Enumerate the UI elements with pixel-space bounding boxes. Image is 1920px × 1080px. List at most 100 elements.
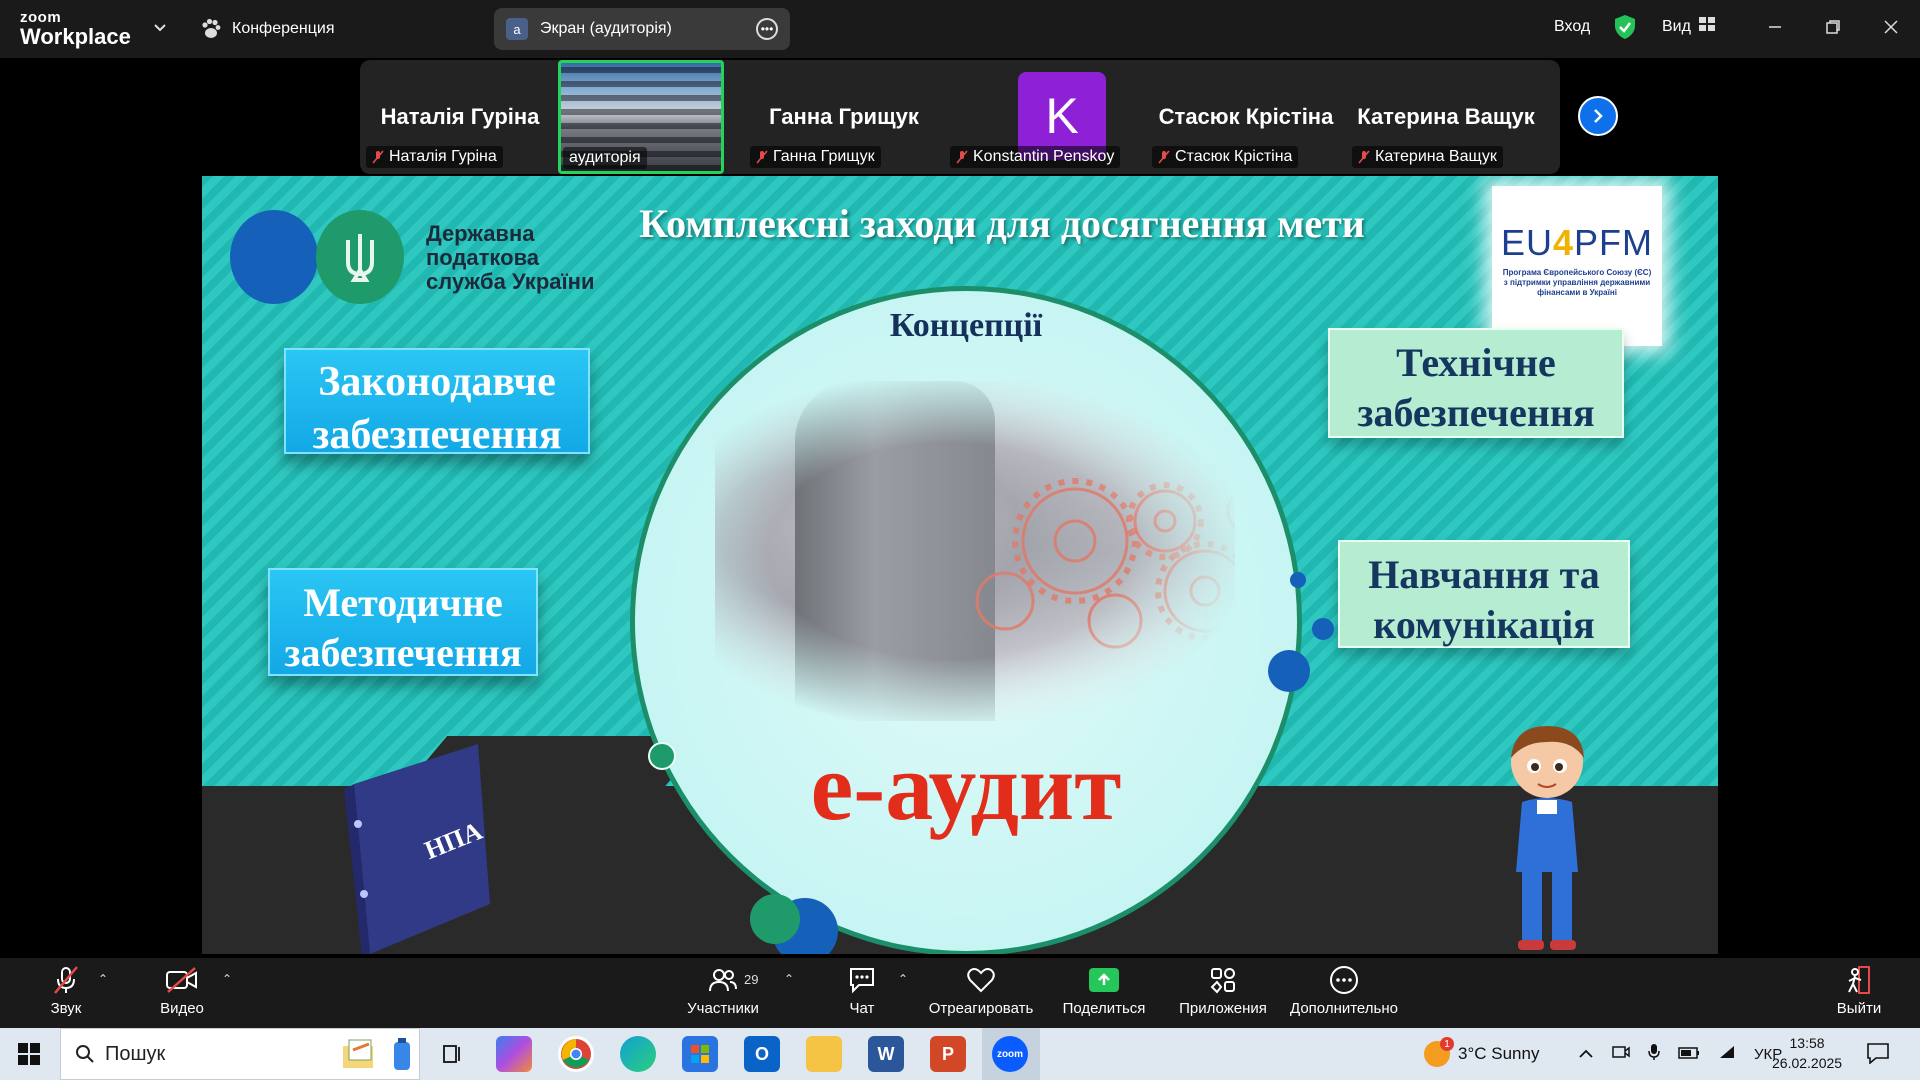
mic-muted-icon <box>956 150 968 164</box>
weather-widget[interactable]: 1 3°C Sunny <box>1424 1028 1539 1080</box>
participant-name-tag: Стасюк Крістіна <box>1152 146 1299 168</box>
central-circle: Концепції е-аудит <box>630 286 1302 954</box>
search-icon <box>76 1045 94 1063</box>
view-button[interactable]: Вид <box>1662 17 1715 36</box>
meeting-toolbar: Звук ⌃ Видео ⌃ Участники 29 ⌃ Чат ⌃ Отре… <box>0 958 1920 1028</box>
e-audit-title: е-аудит <box>810 733 1122 840</box>
cartoon-boy-icon <box>1511 726 1584 950</box>
microphone-icon[interactable] <box>1648 1043 1660 1066</box>
participant-name: Ганна Грищук <box>773 148 875 165</box>
taskbar-clock[interactable]: 13:58 26.02.2025 <box>1772 1033 1842 1073</box>
participant-name-tag: Konstantin Penskoy <box>950 146 1121 168</box>
sign-in-button[interactable]: Вход <box>1554 18 1590 36</box>
taskbar-search-box[interactable]: Пошук <box>60 1028 420 1080</box>
wifi-icon[interactable] <box>1718 1044 1736 1064</box>
close-icon[interactable] <box>1876 12 1906 42</box>
box-line: забезпечення <box>284 630 522 675</box>
apps-button[interactable]: Приложения <box>1176 964 1270 1022</box>
participant-tile[interactable]: Стасюк Крістіна Стасюк Крістіна <box>1146 60 1346 174</box>
audio-button[interactable]: Звук <box>44 964 88 1022</box>
notifications-icon[interactable] <box>1866 1042 1890 1069</box>
restore-icon[interactable] <box>1818 12 1848 42</box>
video-options-caret-icon[interactable]: ⌃ <box>222 972 232 986</box>
outlook-icon[interactable]: O <box>744 1036 780 1072</box>
weather-text: 3°C Sunny <box>1458 1044 1540 1063</box>
participants-options-caret-icon[interactable]: ⌃ <box>784 972 794 986</box>
heart-icon <box>964 964 998 996</box>
more-label: Дополнительно <box>1290 1000 1398 1017</box>
leave-icon <box>1842 964 1876 996</box>
box-line: комунікація <box>1373 602 1595 647</box>
screen-share-pill[interactable]: a Экран (аудиторія) ••• <box>494 8 790 50</box>
tray-chevron-up-icon[interactable] <box>1578 1044 1594 1064</box>
more-options-icon[interactable]: ••• <box>756 18 778 40</box>
participant-tile[interactable]: Катерина Ващук Катерина Ващук <box>1346 60 1546 174</box>
minimize-icon[interactable] <box>1760 12 1790 42</box>
participant-tile[interactable]: Наталія Гуріна Наталія Гуріна <box>360 60 560 174</box>
chat-options-caret-icon[interactable]: ⌃ <box>898 972 908 986</box>
audio-options-caret-icon[interactable]: ⌃ <box>98 972 108 986</box>
battery-icon[interactable] <box>1678 1044 1700 1064</box>
chat-icon <box>845 964 879 996</box>
participants-label: Участники <box>687 1000 759 1017</box>
camera-icon[interactable] <box>1612 1044 1630 1065</box>
participant-name-tag: Наталія Гуріна <box>366 146 503 168</box>
box-line: Законодавче <box>318 359 556 405</box>
search-placeholder: Пошук <box>105 1042 166 1065</box>
edge-icon[interactable] <box>620 1036 656 1072</box>
video-label: Видео <box>160 1000 204 1017</box>
clock-date: 26.02.2025 <box>1772 1055 1843 1071</box>
dps-logo-blue-circle <box>230 210 318 304</box>
participant-name: Konstantin Penskoy <box>973 148 1115 165</box>
trident-emblem-icon <box>316 210 404 304</box>
share-screen-button[interactable]: Поделиться <box>1062 964 1146 1022</box>
box-line: забезпечення <box>312 411 562 458</box>
decor-dot <box>750 894 800 944</box>
meeting-label: Конференция <box>232 20 335 37</box>
box-line: Навчання та <box>1368 552 1600 597</box>
shared-screen-slide: Державна податкова служба України Компле… <box>202 176 1718 954</box>
next-page-button[interactable] <box>1578 96 1618 136</box>
windows-taskbar: Пошук O W P zoom 1 3°C Sunny УКР 13:58 2… <box>0 1028 1920 1080</box>
more-button[interactable]: Дополнительно <box>1288 964 1400 1022</box>
chrome-icon[interactable] <box>558 1036 594 1072</box>
eu4pfm-logo: EU4PFM <box>1500 222 1654 264</box>
participant-tile[interactable]: K Konstantin Penskoy <box>942 60 1142 174</box>
participants-icon <box>706 964 740 996</box>
react-button[interactable]: Отреагировать <box>928 964 1034 1022</box>
video-button[interactable]: Видео <box>156 964 208 1022</box>
windows-start-icon[interactable] <box>18 1043 40 1065</box>
title-bar: zoom Workplace Конференция a Экран (ауди… <box>0 0 1920 58</box>
apps-icon <box>1206 964 1240 996</box>
gears-icon <box>975 478 1274 649</box>
task-view-icon[interactable] <box>434 1036 470 1072</box>
copilot-icon[interactable] <box>496 1036 532 1072</box>
store-icon[interactable] <box>682 1036 718 1072</box>
audio-label: Звук <box>50 1000 82 1017</box>
mic-muted-icon <box>49 964 83 996</box>
chevron-down-icon[interactable] <box>150 18 170 38</box>
eu4pfm-subtitle: Програма Європейського Союзу (ЄС) з підт… <box>1502 268 1652 297</box>
participant-tile[interactable]: Ганна Грищук Ганна Грищук <box>744 60 944 174</box>
chevron-right-icon <box>1594 109 1603 123</box>
file-explorer-icon[interactable] <box>806 1036 842 1072</box>
eu-logo-part: PFM <box>1574 222 1654 263</box>
powerpoint-icon[interactable]: P <box>930 1036 966 1072</box>
mic-muted-icon <box>1358 150 1370 164</box>
share-screen-icon <box>1087 964 1121 996</box>
paw-icon <box>200 18 222 40</box>
leave-button[interactable]: Выйти <box>1836 964 1882 1022</box>
apps-label: Приложения <box>1179 1000 1267 1017</box>
slide-title: Комплексні заходи для досягнення мети <box>639 201 1365 246</box>
participant-name-tag: Катерина Ващук <box>1352 146 1503 168</box>
zoom-app-icon[interactable]: zoom <box>992 1036 1028 1072</box>
decor-dot <box>648 742 676 770</box>
participant-video-tile[interactable]: аудиторія <box>558 60 724 174</box>
meeting-info-button[interactable]: Конференция <box>200 14 335 44</box>
decor-dot <box>1312 618 1334 640</box>
word-icon[interactable]: W <box>868 1036 904 1072</box>
concept-label: Концепції <box>889 307 1043 344</box>
chat-button[interactable]: Чат <box>844 964 880 1022</box>
encryption-shield-icon[interactable] <box>1614 14 1636 40</box>
eu-logo-four: 4 <box>1552 222 1575 263</box>
